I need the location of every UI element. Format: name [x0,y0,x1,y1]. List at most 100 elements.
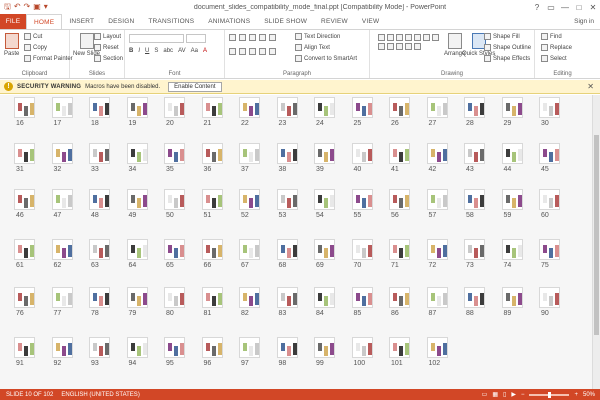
slide-thumbnail[interactable] [164,287,185,308]
slide-thumbnail[interactable] [276,97,298,118]
slide-thumbnail[interactable] [239,97,260,118]
align-right-icon[interactable] [249,48,256,55]
replace-button[interactable]: Replace [541,44,572,51]
shape-textbox-icon[interactable] [405,43,412,50]
slide-thumbnail[interactable] [389,97,410,118]
shape-triangle-icon[interactable] [414,34,421,41]
enable-content-button[interactable]: Enable Content [168,81,222,92]
shape-rect-icon[interactable] [396,34,403,41]
slide-thumbnail[interactable] [501,189,523,210]
shape-fill-button[interactable]: Shape Fill [484,33,520,40]
slide-thumbnail[interactable] [276,287,298,308]
slide-thumbnail[interactable] [201,287,223,308]
align-text-button[interactable]: Align Text [295,44,330,51]
slide-sorter-icon[interactable]: ▦ [492,391,498,398]
reading-view-icon[interactable]: ▯ [503,391,506,398]
slide-thumbnail[interactable] [126,143,148,164]
slide-thumbnail[interactable] [89,239,110,260]
text-direction-button[interactable]: Text Direction [295,33,340,40]
slide-thumbnail[interactable] [126,337,148,358]
slide-thumbnail[interactable] [539,189,560,210]
shape-oval-icon[interactable] [405,34,412,41]
slide-thumbnail[interactable] [164,239,185,260]
slide-thumbnail[interactable] [239,143,260,164]
underline-button[interactable]: U [145,48,149,54]
slide-thumbnail[interactable] [89,337,110,358]
slide-thumbnail[interactable] [89,143,110,164]
slide-thumbnail[interactable] [51,337,73,358]
shapes-gallery[interactable] [378,34,440,50]
slide-thumbnail[interactable] [389,287,410,308]
tab-file[interactable]: FILE [0,14,26,29]
normal-view-icon[interactable]: ▭ [482,391,488,398]
zoom-level[interactable]: 50% [583,392,595,398]
zoom-out-button[interactable]: − [521,392,525,398]
strikethrough-button[interactable]: abc [163,48,173,54]
slide-thumbnail[interactable] [201,239,223,260]
tab-design[interactable]: DESIGN [101,14,141,29]
slide-thumbnail[interactable] [14,97,35,118]
slide-thumbnail[interactable] [501,239,523,260]
start-slideshow-icon[interactable]: ▣ [33,2,41,12]
slide-thumbnail[interactable] [314,287,335,308]
undo-icon[interactable]: ↶ [14,2,21,12]
slide-thumbnail[interactable] [539,143,560,164]
numbering-icon[interactable] [239,34,246,41]
slide-thumbnail[interactable] [389,239,410,260]
scrollbar-thumb[interactable] [594,135,599,335]
slide-thumbnail[interactable] [539,287,560,308]
help-icon[interactable]: ? [530,3,544,12]
slide-thumbnail[interactable] [276,189,298,210]
increase-indent-icon[interactable] [259,34,266,41]
slide-thumbnail[interactable] [314,189,335,210]
slide-thumbnail[interactable] [51,189,73,210]
slide-thumbnail[interactable] [501,97,523,118]
slide-thumbnail[interactable] [426,97,448,118]
slide-thumbnail[interactable] [89,287,110,308]
align-left-icon[interactable] [229,48,236,55]
format-painter-button[interactable]: Format Painter [24,55,73,62]
align-center-icon[interactable] [239,48,246,55]
zoom-slider[interactable] [529,391,570,398]
cut-button[interactable]: Cut [24,33,42,40]
slide-thumbnail[interactable] [426,189,448,210]
slide-thumbnail[interactable] [14,287,35,308]
zoom-slider-knob[interactable] [547,391,551,398]
slide-thumbnail[interactable] [164,189,185,210]
slide-thumbnail[interactable] [426,287,448,308]
line-spacing-icon[interactable] [269,34,276,41]
slide-thumbnail[interactable] [464,239,485,260]
bold-button[interactable]: B [129,48,133,54]
copy-button[interactable]: Copy [24,44,47,51]
slide-thumbnail[interactable] [164,143,185,164]
slide-thumbnail[interactable] [126,97,148,118]
ribbon-display-icon[interactable]: ▭ [544,3,558,12]
slide-thumbnail[interactable] [464,143,485,164]
reset-button[interactable]: Reset [94,44,119,51]
shape-outline-button[interactable]: Shape Outline [484,44,531,51]
section-button[interactable]: Section [94,55,123,62]
shape-curve-icon[interactable] [396,43,403,50]
redo-icon[interactable]: ↷ [24,2,31,12]
slide-thumbnail[interactable] [539,239,560,260]
shape-more-icon[interactable] [423,34,430,41]
char-spacing-button[interactable]: AV [178,48,186,54]
minimize-icon[interactable]: — [558,3,572,12]
tab-transitions[interactable]: TRANSITIONS [141,14,201,29]
slide-thumbnail[interactable] [14,337,35,358]
slide-thumbnail[interactable] [314,143,335,164]
slide-thumbnail[interactable] [164,337,185,358]
slide-thumbnail[interactable] [201,189,223,210]
font-size-field[interactable] [186,34,206,43]
slide-thumbnail[interactable] [89,189,110,210]
select-button[interactable]: Select [541,55,567,62]
slide-thumbnail[interactable] [351,337,373,358]
slide-thumbnail[interactable] [164,97,185,118]
font-color-button[interactable]: A [203,48,207,54]
find-button[interactable]: Find [541,33,562,40]
slide-sorter-view[interactable]: 16 17 18 19 20 21 22 23 24 25 26 27 28 29 30 31 32 33 34 35… [0,95,600,389]
slideshow-view-icon[interactable]: ▶ [511,391,516,398]
slide-thumbnail[interactable] [314,337,335,358]
decrease-indent-icon[interactable] [249,34,256,41]
slide-thumbnail[interactable] [539,97,560,118]
